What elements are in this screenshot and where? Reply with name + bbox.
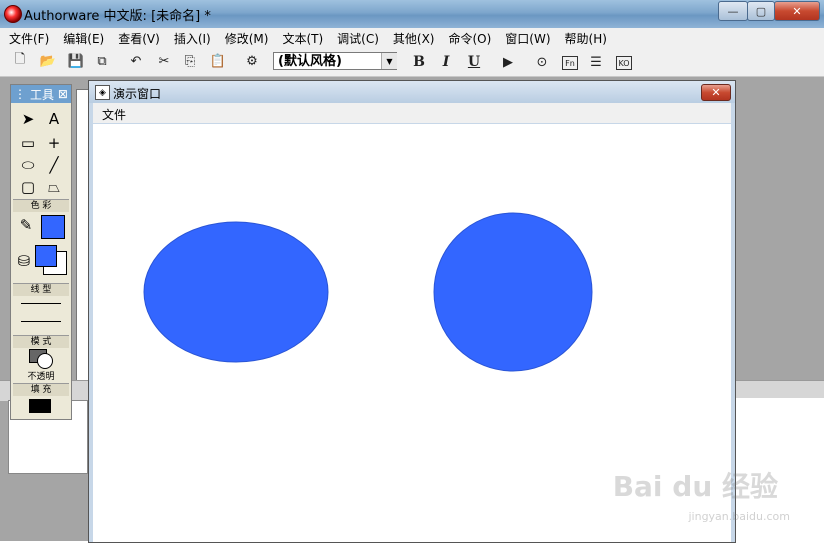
color-section-label: 色 彩 (13, 199, 69, 212)
rounded-rectangle-tool-icon[interactable]: ▢ (17, 177, 39, 197)
menu-window[interactable]: 窗口(W) (496, 28, 555, 47)
run-icon[interactable]: ▶ (498, 52, 518, 72)
underline-button[interactable]: U (464, 52, 484, 72)
menu-help[interactable]: 帮助(H) (556, 28, 612, 47)
presentation-close-button[interactable]: ✕ (701, 84, 731, 101)
title-bar: Authorware 中文版: [未命名] * — ▢ ✕ (0, 0, 824, 28)
tools-palette: ⋮ 工具 ⊠ ➤ A ▭ + ⬭ ╱ ▢ ⏢ 色 彩 ✎ ⛁ 线 型 模 式 不… (10, 84, 72, 420)
presentation-title: 演示窗口 (113, 87, 162, 101)
line-tool-icon[interactable]: ╱ (43, 155, 65, 175)
presentation-menu-file[interactable]: 文件 (102, 106, 126, 123)
paste-icon[interactable]: 📋 (208, 51, 228, 71)
menu-edit[interactable]: 编辑(E) (54, 28, 109, 47)
italic-button[interactable]: I (436, 52, 456, 72)
presentation-menu-bar: 文件 (93, 103, 731, 123)
menu-other[interactable]: 其他(X) (384, 28, 440, 47)
crosshair-tool-icon[interactable]: + (43, 133, 65, 153)
fill-section-label: 填 充 (13, 383, 69, 396)
tools-title: 工具 (29, 87, 54, 102)
bold-button[interactable]: B (409, 52, 429, 72)
menu-debug[interactable]: 调试(C) (328, 28, 384, 47)
window-title: Authorware 中文版: [未命名] * (24, 9, 211, 24)
rectangle-tool-icon[interactable]: ▭ (17, 133, 39, 153)
menu-command[interactable]: 命令(O) (439, 28, 496, 47)
pencil-text-color-icon[interactable]: ✎ (15, 215, 37, 235)
line-section-label: 线 型 (13, 283, 69, 296)
grip-icon: ⋮ (14, 87, 26, 101)
baidu-watermark-logo: Bai du 经验 (612, 470, 778, 503)
close-icon[interactable]: ⊠ (58, 87, 68, 101)
line-style-thin[interactable] (21, 303, 61, 304)
save-all-icon[interactable]: 💾 (66, 51, 86, 71)
menu-file[interactable]: 文件(F) (0, 28, 54, 47)
polygon-tool-icon[interactable]: ⏢ (43, 177, 65, 197)
minimize-button[interactable]: — (718, 1, 748, 21)
baidu-watermark-url: jingyan.baidu.com (688, 510, 790, 523)
presentation-window-icon: ◈ (95, 85, 110, 100)
menu-modify[interactable]: 修改(M) (216, 28, 274, 47)
pointer-tool-icon[interactable]: ➤ (17, 109, 39, 129)
cut-icon[interactable]: ✂ (154, 51, 174, 71)
functions-icon[interactable]: Fn (562, 56, 578, 70)
mode-section-label: 模 式 (13, 335, 69, 348)
presentation-title-bar: ◈ 演示窗口 ✕ (89, 81, 735, 103)
menu-text[interactable]: 文本(T) (273, 28, 328, 47)
maximize-button[interactable]: ▢ (747, 1, 775, 21)
fill-pattern-swatch[interactable] (29, 399, 51, 413)
blue-ellipse[interactable] (143, 221, 329, 363)
line-style-arrow[interactable] (21, 321, 61, 322)
menu-view[interactable]: 查看(V) (109, 28, 165, 47)
knowledge-objects-icon[interactable]: KO (616, 56, 632, 70)
copy-icon[interactable]: ⎘ (180, 51, 200, 71)
undo-icon[interactable]: ↶ (126, 51, 146, 71)
menu-bar: 文件(F) 编辑(E) 查看(V) 插入(I) 修改(M) 文本(T) 调试(C… (0, 28, 824, 47)
foreground-color-swatch[interactable] (35, 245, 57, 267)
chevron-down-icon[interactable]: ▼ (381, 53, 397, 69)
variables-icon[interactable]: ☰ (586, 52, 606, 72)
mode-opaque-icon[interactable] (37, 353, 53, 369)
menu-insert[interactable]: 插入(I) (165, 28, 216, 47)
paint-bucket-icon[interactable]: ⛁ (13, 251, 35, 271)
close-button[interactable]: ✕ (774, 1, 820, 21)
line-color-swatch[interactable] (41, 215, 65, 239)
ellipse-tool-icon[interactable]: ⬭ (17, 155, 39, 175)
blue-circle[interactable] (433, 212, 593, 372)
import-icon[interactable]: ⧉ (92, 51, 112, 71)
find-icon[interactable]: ⚙ (242, 51, 262, 71)
text-style-select[interactable]: (默认风格) (273, 52, 397, 70)
new-file-icon[interactable]: 🗋 (10, 51, 30, 71)
control-panel-icon[interactable]: ⊙ (532, 52, 552, 72)
open-folder-icon[interactable]: 📂 (38, 51, 58, 71)
tools-title-bar: ⋮ 工具 ⊠ (11, 85, 71, 103)
authorware-app-icon (4, 5, 22, 23)
mode-value: 不透明 (27, 372, 55, 382)
text-tool-icon[interactable]: A (43, 109, 65, 129)
